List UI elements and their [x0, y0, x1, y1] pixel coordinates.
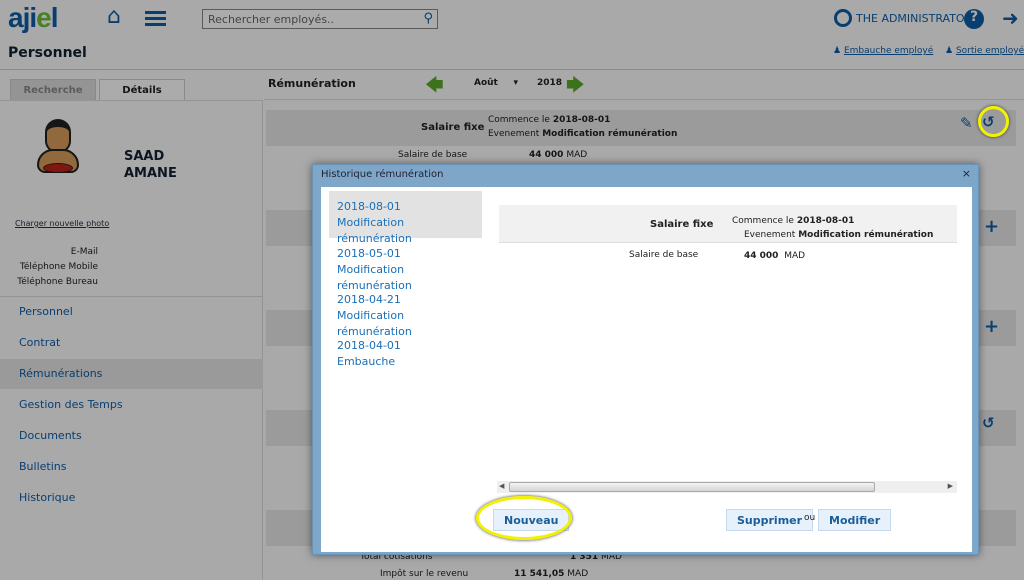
modal-body: 2018-08-01 Modification rémunération 2018…: [321, 187, 972, 552]
history-date: 2018-08-01: [337, 200, 401, 213]
commence-date: 2018-08-01: [796, 216, 855, 226]
detail-base-value: 44 000 MAD: [744, 251, 805, 261]
detail-salaire-fixe-label: Salaire fixe: [650, 219, 714, 230]
currency: MAD: [784, 251, 806, 261]
supprimer-button[interactable]: Supprimer: [726, 509, 814, 531]
history-event: Embauche: [337, 355, 396, 368]
history-date: 2018-04-01: [337, 339, 401, 352]
detail-base-label: Salaire de base: [629, 250, 699, 260]
history-item[interactable]: 2018-04-21 Modification rémunération: [329, 284, 482, 338]
evenement-value: Modification rémunération: [798, 230, 934, 240]
evenement-label: Evenement: [744, 230, 796, 240]
base-amount: 44 000: [744, 251, 779, 261]
commence-label: Commence le: [732, 216, 794, 226]
history-item[interactable]: 2018-04-01 Embauche: [329, 330, 482, 377]
horizontal-scrollbar[interactable]: ◀ ▶: [497, 481, 957, 493]
history-date: 2018-04-21: [337, 293, 401, 306]
modifier-button[interactable]: Modifier: [818, 509, 892, 531]
close-icon[interactable]: ×: [962, 167, 971, 180]
highlight-circle: [476, 496, 572, 540]
highlight-circle: [978, 106, 1009, 137]
history-item[interactable]: 2018-05-01 Modification rémunération: [329, 238, 482, 292]
history-item[interactable]: 2018-08-01 Modification rémunération: [329, 191, 482, 245]
scrollbar-thumb[interactable]: [509, 482, 875, 492]
detail-evenement: Evenement Modification rémunération: [744, 230, 933, 240]
modal-title: Historique rémunération: [321, 169, 444, 180]
detail-commence: Commence le 2018-08-01: [732, 216, 854, 226]
history-modal: Historique rémunération × 2018-08-01 Modi…: [312, 164, 979, 555]
history-date: 2018-05-01: [337, 247, 401, 260]
ou-label: ou: [804, 513, 816, 523]
detail-header: Salaire fixe Commence le 2018-08-01 Even…: [499, 205, 957, 243]
